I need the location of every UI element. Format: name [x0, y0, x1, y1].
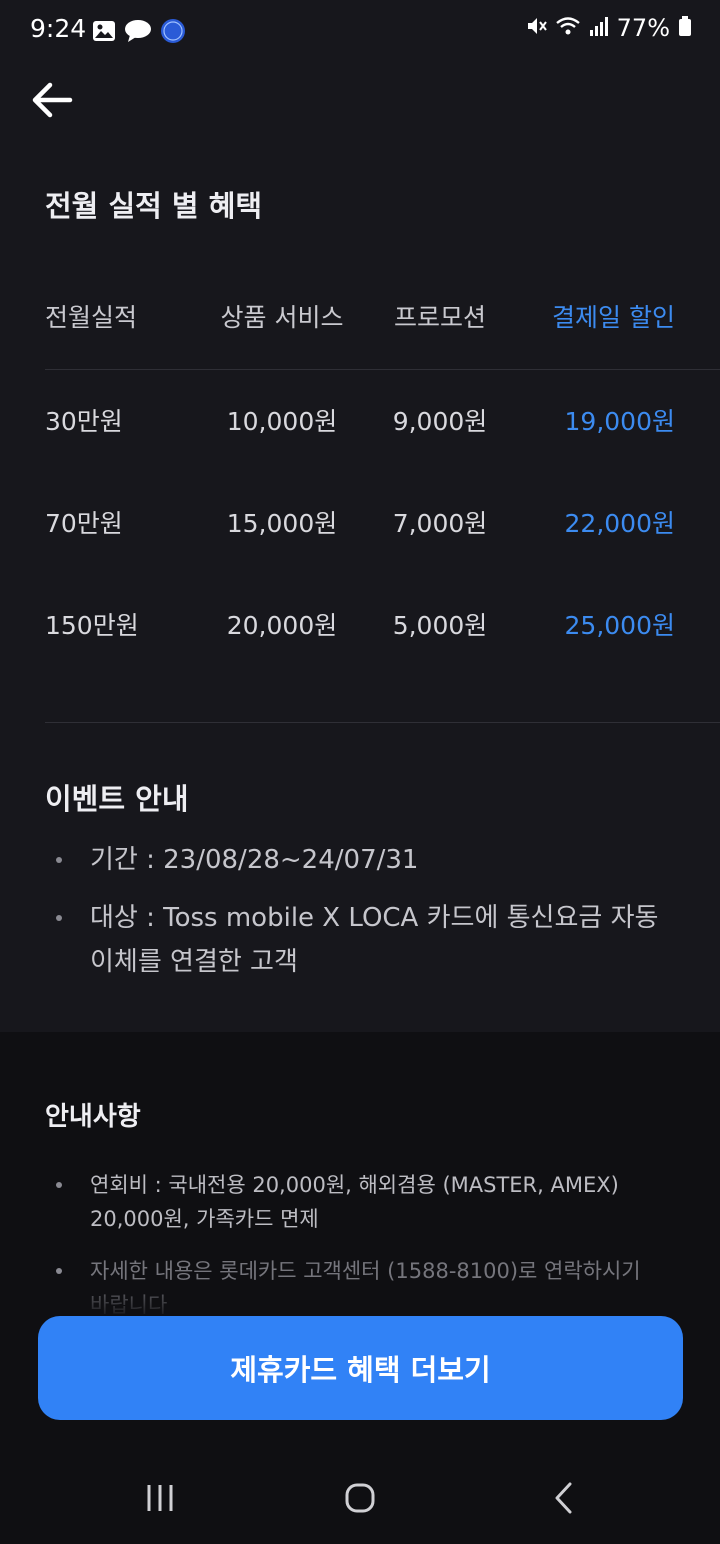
cell-previous-month: 70만원	[45, 509, 123, 538]
recent-apps-button[interactable]	[130, 1480, 190, 1520]
recent-apps-icon	[144, 1483, 176, 1517]
col-header-previous-month: 전월실적	[45, 303, 138, 332]
status-time: 9:24	[30, 14, 87, 43]
event-target: 대상 : Toss mobile X LOCA 카드에 통신요금 자동이체를 연…	[45, 896, 665, 984]
table-divider	[45, 369, 720, 370]
cell-product-service: 20,000원	[226, 611, 338, 640]
more-card-benefits-button[interactable]: 제휴카드 혜택 더보기	[38, 1316, 683, 1420]
notice-annual-fee: 연회비 : 국내전용 20,000원, 해외겸용 (MASTER, AMEX) …	[45, 1168, 665, 1236]
table-row: 70만원 15,000원 7,000원 22,000원	[45, 504, 675, 544]
cell-promotion: 9,000원	[392, 407, 488, 436]
table-header: 전월실적 상품 서비스 프로모션 결제일 할인	[45, 298, 675, 338]
cell-promotion: 7,000원	[392, 509, 488, 538]
signal-icon	[589, 15, 609, 41]
arrow-left-icon	[30, 82, 74, 124]
notice-title: 안내사항	[45, 1102, 141, 1132]
chat-bubble-icon	[124, 19, 152, 47]
system-nav-bar	[0, 1450, 720, 1544]
battery-icon	[678, 15, 692, 41]
back-button[interactable]	[30, 80, 78, 120]
col-header-payment-discount: 결제일 할인	[552, 303, 675, 332]
table-row: 30만원 10,000원 9,000원 19,000원	[45, 402, 675, 442]
col-header-product-service: 상품 서비스	[220, 303, 344, 332]
page-title: 전월 실적 별 혜택	[45, 189, 263, 223]
home-button[interactable]	[330, 1480, 390, 1520]
cell-previous-month: 150만원	[45, 611, 139, 640]
event-period: 기간 : 23/08/28~24/07/31	[45, 838, 665, 882]
cell-promotion: 5,000원	[392, 611, 488, 640]
cta-fade	[0, 1280, 720, 1320]
cell-payment-discount: 25,000원	[564, 611, 675, 640]
event-list: 기간 : 23/08/28~24/07/31 대상 : Toss mobile …	[45, 838, 665, 998]
status-bar: 9:24 77%	[0, 0, 720, 64]
wifi-icon	[555, 15, 581, 41]
super-sol-app-icon	[160, 18, 186, 48]
cell-product-service: 10,000원	[226, 407, 338, 436]
table-row: 150만원 20,000원 5,000원 25,000원	[45, 606, 675, 646]
back-nav-icon	[552, 1481, 576, 1519]
mute-icon	[525, 15, 547, 41]
event-title: 이벤트 안내	[45, 782, 189, 816]
cell-product-service: 15,000원	[226, 509, 338, 538]
cell-previous-month: 30만원	[45, 407, 123, 436]
section-divider	[45, 722, 720, 723]
battery-percent: 77%	[616, 14, 670, 42]
col-header-promotion: 프로모션	[393, 303, 486, 332]
cell-payment-discount: 22,000원	[564, 509, 675, 538]
gallery-icon	[92, 20, 116, 46]
home-icon	[344, 1482, 376, 1518]
back-nav-button[interactable]	[534, 1480, 594, 1520]
cell-payment-discount: 19,000원	[564, 407, 675, 436]
